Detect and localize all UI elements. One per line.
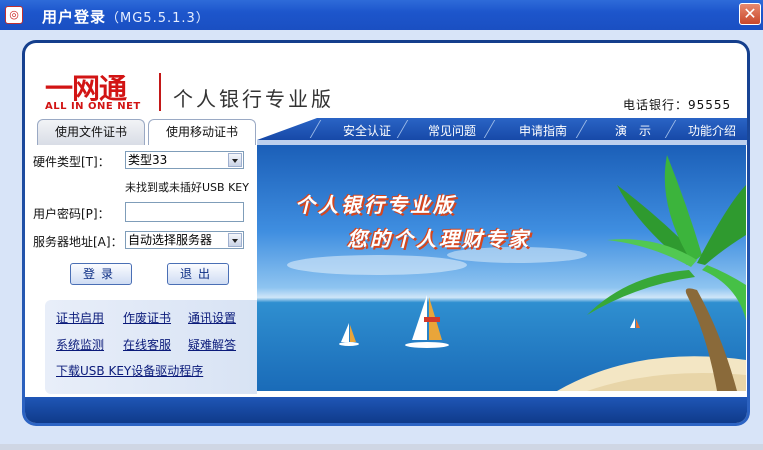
nav-features[interactable]: 功能介绍 [688,122,736,139]
nav-security-auth[interactable]: 安全认证 [343,122,391,139]
title-bar: ◎ 用户登录（MG5.5.1.3） ✕ [0,0,763,30]
tab-mobile-certificate[interactable]: 使用移动证书 [148,119,256,145]
link-troubleshooting[interactable]: 疑难解答 [188,336,236,353]
main-frame: 一网通 ALL IN ONE NET 个人银行专业版 电话银行：95555 使用… [22,40,750,426]
link-system-monitor[interactable]: 系统监测 [56,336,104,353]
link-certificate-activation[interactable]: 证书启用 [56,309,104,326]
password-label: 用户密码[P]： [33,207,110,221]
server-address-label: 服务器地址[A]： [33,235,123,249]
logo-divider [159,73,161,111]
login-button[interactable]: 登录 [70,263,132,285]
app-icon: ◎ [5,6,23,24]
window-title: 用户登录（MG5.5.1.3） [42,6,210,27]
banner-headline: 个人银行专业版 [295,193,456,217]
frame-footer-bar [25,397,747,423]
window-version: （MG5.5.1.3） [106,11,210,26]
nav-faq[interactable]: 常见问题 [428,122,476,139]
banner-tagline: 您的个人理财专家 [347,227,531,251]
link-revoke-certificate[interactable]: 作废证书 [123,309,171,326]
close-button[interactable]: ✕ [739,3,761,25]
main-frame-inner: 一网通 ALL IN ONE NET 个人银行专业版 电话银行：95555 使用… [25,43,747,423]
chevron-down-icon[interactable] [228,233,242,247]
nav-demo[interactable]: 演 示 [615,122,651,139]
hardware-type-label: 硬件类型[T]： [33,155,110,169]
hardware-type-value: 类型33 [128,153,168,167]
nav-bar-slant [257,118,317,140]
window-title-text: 用户登录 [42,8,107,26]
link-online-support[interactable]: 在线客服 [123,336,171,353]
link-communication-settings[interactable]: 通讯设置 [188,309,236,326]
palm-tree [587,155,746,391]
hardware-type-select[interactable]: 类型33 [125,151,244,169]
server-address-select[interactable]: 自动选择服务器 [125,231,244,249]
password-field[interactable] [125,202,244,222]
tab-file-certificate[interactable]: 使用文件证书 [37,119,145,145]
beach-scene-illustration [287,155,746,391]
usb-key-hint: 未找到或未插好USB KEY [125,181,249,194]
sailboat-distant [630,318,640,328]
sailboat-large [405,295,449,348]
product-title: 个人银行专业版 [173,87,334,111]
chevron-down-icon[interactable] [228,153,242,167]
logo-en: ALL IN ONE NET [45,101,141,112]
nav-application-guide[interactable]: 申请指南 [519,122,567,139]
link-download-usb-key-driver[interactable]: 下载USB KEY设备驱动程序 [56,362,203,379]
window-body: 一网通 ALL IN ONE NET 个人银行专业版 电话银行：95555 使用… [0,30,763,450]
close-icon: ✕ [743,4,757,23]
promo-banner: 个人银行专业版 您的个人理财专家 [257,145,746,391]
phone-banking-number: 电话银行：95555 [623,98,732,112]
window-bottom-strip [0,444,763,450]
quick-links-box: 证书启用 作废证书 通讯设置 系统监测 在线客服 疑难解答 下载USB KEY设… [45,300,257,394]
sailboat-small [339,323,359,346]
server-address-value: 自动选择服务器 [128,233,213,247]
exit-button[interactable]: 退出 [167,263,229,285]
